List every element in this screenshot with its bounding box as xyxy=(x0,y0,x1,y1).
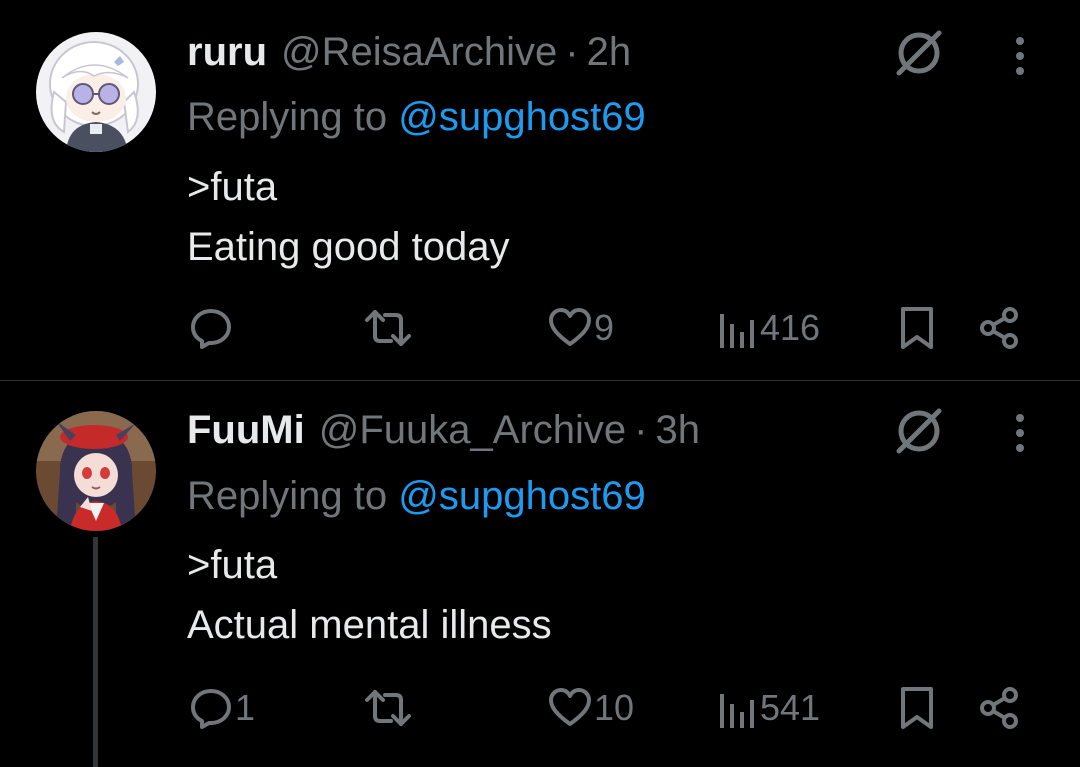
bookmark-button[interactable] xyxy=(898,683,936,733)
repost-button[interactable] xyxy=(363,683,413,733)
like-count: 9 xyxy=(594,307,615,348)
more-icon[interactable] xyxy=(1004,411,1036,455)
like-button[interactable]: 10 xyxy=(548,683,634,733)
reply-icon xyxy=(191,309,231,349)
tweet-header: FuuMi @Fuuka_Archive · 3h xyxy=(187,406,700,454)
view-count: 416 xyxy=(760,307,821,348)
repost-icon xyxy=(365,690,411,726)
user-handle[interactable]: @ReisaArchive xyxy=(281,28,557,76)
tweet-text-line: Eating good today xyxy=(187,225,510,269)
repost-button[interactable] xyxy=(363,303,413,353)
view-count: 541 xyxy=(760,687,821,728)
tweet-text: >futa Actual mental illness xyxy=(187,535,552,655)
share-button[interactable] xyxy=(978,303,1022,353)
action-bar: 1 10 541 xyxy=(0,683,1080,733)
views-icon xyxy=(720,314,754,348)
mention-link[interactable]: @supghost69 xyxy=(398,474,645,518)
views-button[interactable]: 416 xyxy=(718,303,820,353)
replying-to-label: Replying to xyxy=(187,474,388,518)
like-button[interactable]: 9 xyxy=(548,303,614,353)
tweet-header: ruru @ReisaArchive · 2h xyxy=(187,28,631,76)
separator: · xyxy=(634,408,648,452)
bookmark-button[interactable] xyxy=(898,303,936,353)
reply-button[interactable] xyxy=(189,303,235,353)
separator: · xyxy=(565,30,579,74)
tweet-text-line: >futa xyxy=(187,543,278,587)
replying-to-label: Replying to xyxy=(187,95,388,139)
avatar[interactable] xyxy=(36,32,156,152)
share-button[interactable] xyxy=(978,683,1022,733)
heart-icon xyxy=(549,308,591,346)
reply-count: 1 xyxy=(235,687,256,728)
grok-icon[interactable] xyxy=(893,27,945,79)
share-icon xyxy=(980,307,1018,349)
tweet-text: >futa Eating good today xyxy=(187,157,509,277)
views-button[interactable]: 541 xyxy=(718,683,820,733)
tweet[interactable]: FuuMi @Fuuka_Archive · 3h Replying to @s… xyxy=(0,381,1080,767)
bookmark-icon xyxy=(901,307,933,349)
user-handle[interactable]: @Fuuka_Archive xyxy=(319,406,626,454)
tweet-text-line: >futa xyxy=(187,165,278,209)
views-icon xyxy=(720,694,754,728)
timestamp[interactable]: 2h xyxy=(587,28,632,76)
share-icon xyxy=(980,687,1018,729)
avatar[interactable] xyxy=(36,411,156,531)
mention-link[interactable]: @supghost69 xyxy=(398,95,645,139)
repost-icon xyxy=(365,310,411,346)
tweet[interactable]: ruru @ReisaArchive · 2h Replying to @sup… xyxy=(0,0,1080,380)
reply-button[interactable]: 1 xyxy=(189,683,255,733)
heart-icon xyxy=(549,688,591,726)
replying-to: Replying to @supghost69 xyxy=(187,93,646,141)
display-name[interactable]: FuuMi xyxy=(187,406,305,454)
replying-to: Replying to @supghost69 xyxy=(187,472,646,520)
reply-icon xyxy=(191,689,231,729)
action-bar: 9 416 xyxy=(0,303,1080,353)
more-icon[interactable] xyxy=(1004,34,1036,78)
display-name[interactable]: ruru xyxy=(187,28,267,76)
like-count: 10 xyxy=(594,687,635,728)
tweet-text-line: Actual mental illness xyxy=(187,603,552,647)
timestamp[interactable]: 3h xyxy=(655,406,700,454)
bookmark-icon xyxy=(901,687,933,729)
grok-icon[interactable] xyxy=(893,405,945,457)
